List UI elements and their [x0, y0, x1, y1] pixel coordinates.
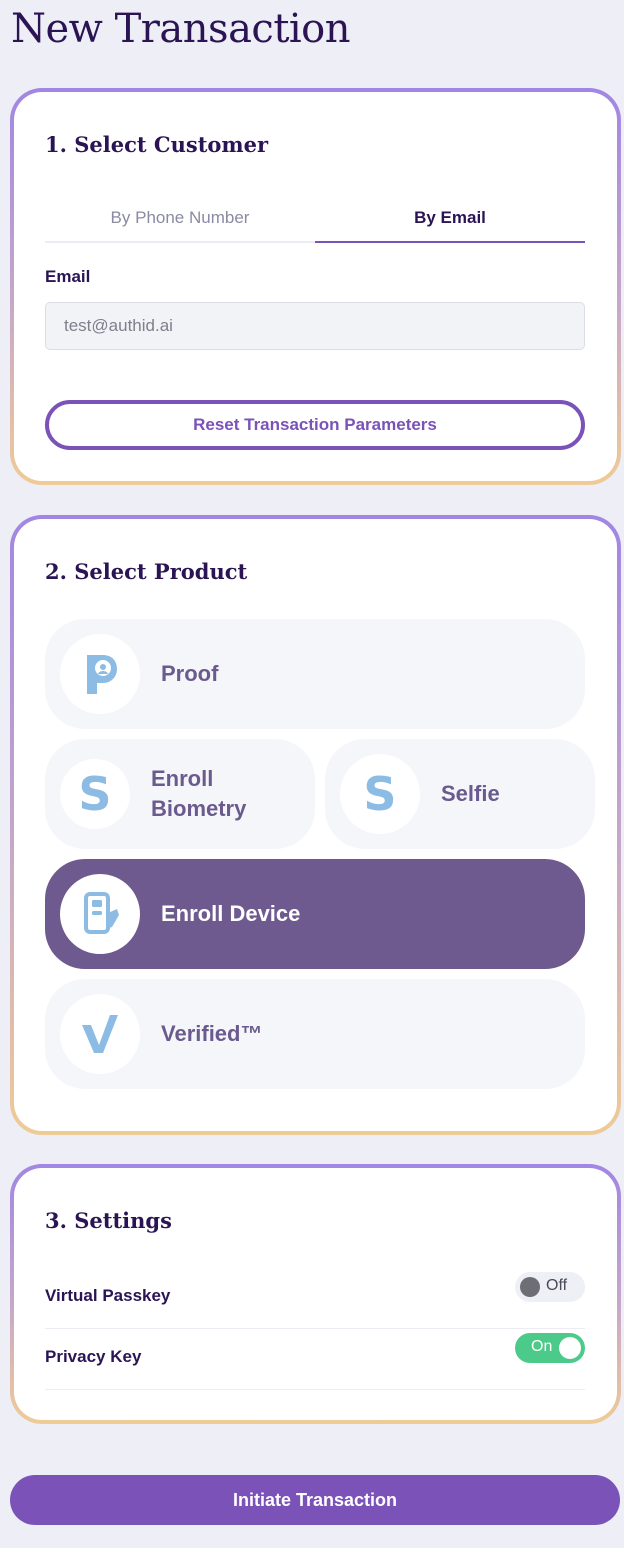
setting-label: Privacy Key [45, 1347, 142, 1366]
product-option-proof[interactable]: Proof [45, 619, 585, 729]
customer-lookup-tabs: By Phone Number By Email [45, 203, 585, 243]
setting-label: Virtual Passkey [45, 1286, 171, 1305]
email-field[interactable] [45, 302, 585, 350]
selfie-s-icon: S [340, 754, 420, 834]
toggle-knob [559, 1337, 581, 1359]
initiate-transaction-button[interactable]: Initiate Transaction [10, 1475, 620, 1525]
tab-by-email[interactable]: By Email [315, 203, 585, 243]
select-product-heading: 2. Select Product [45, 559, 248, 584]
product-option-enroll-biometry[interactable]: S Enroll Biometry [45, 739, 315, 849]
reset-transaction-parameters-button[interactable]: Reset Transaction Parameters [45, 400, 585, 450]
select-product-card: 2. Select Product Proof S Enroll Biometr… [10, 515, 621, 1135]
select-customer-heading: 1. Select Customer [45, 132, 269, 157]
email-label: Email [45, 267, 91, 286]
toggle-state-label: On [531, 1338, 553, 1355]
tab-by-phone-number[interactable]: By Phone Number [45, 203, 315, 241]
settings-card: 3. Settings Virtual Passkey Off Privacy … [10, 1164, 621, 1424]
product-label: Selfie [441, 781, 500, 806]
virtual-passkey-toggle[interactable]: Off [515, 1272, 585, 1302]
device-icon [60, 874, 140, 954]
product-option-enroll-device[interactable]: Enroll Device [45, 859, 585, 969]
settings-heading: 3. Settings [45, 1208, 172, 1233]
toggle-state-label: Off [546, 1277, 568, 1294]
product-label: Proof [161, 661, 219, 686]
verified-check-icon [60, 994, 140, 1074]
enroll-s-icon: S [60, 759, 130, 829]
product-label: Enroll Biometry [151, 766, 247, 821]
product-label: Verified™ [161, 1021, 263, 1046]
setting-virtual-passkey: Virtual Passkey Off [45, 1268, 585, 1329]
product-label: Enroll Device [161, 901, 301, 926]
setting-privacy-key: Privacy Key On [45, 1329, 585, 1390]
select-customer-card: 1. Select Customer By Phone Number By Em… [10, 88, 621, 485]
page-title: New Transaction [11, 6, 351, 52]
product-option-verified[interactable]: Verified™ [45, 979, 585, 1089]
product-option-selfie[interactable]: S Selfie [325, 739, 595, 849]
proof-p-icon [60, 634, 140, 714]
privacy-key-toggle[interactable]: On [515, 1333, 585, 1363]
toggle-knob [520, 1277, 540, 1297]
